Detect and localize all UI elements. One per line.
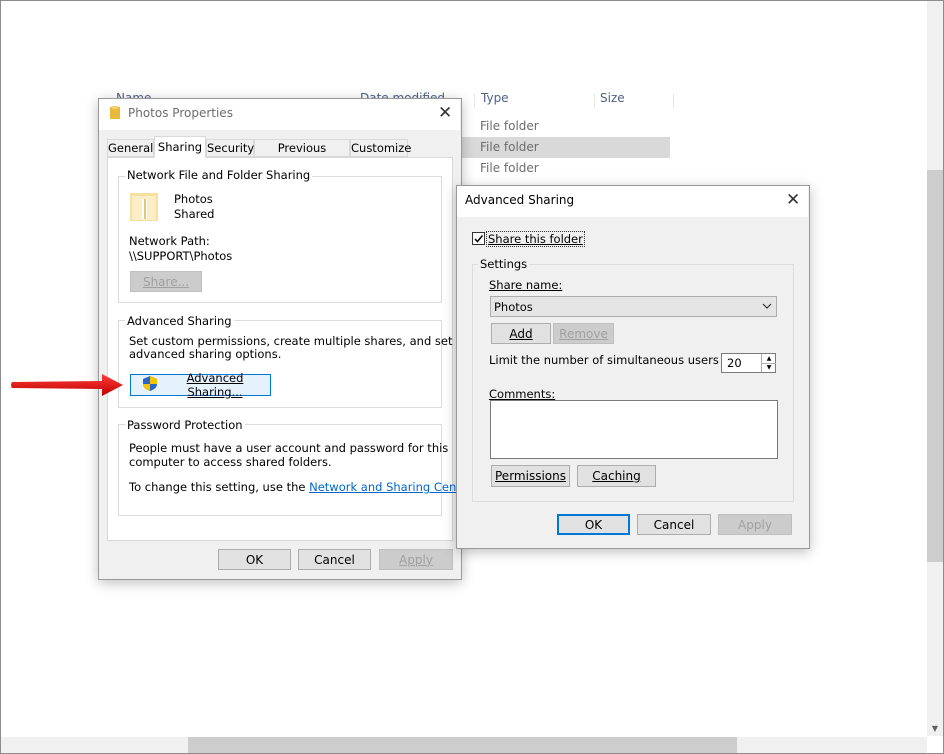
- chevron-down-icon: [762, 299, 772, 316]
- spin-down-icon[interactable]: ▼: [761, 363, 776, 372]
- advanced-sharing-title: Advanced Sharing: [465, 193, 575, 207]
- caching-button[interactable]: Caching: [577, 465, 656, 487]
- properties-ok-button[interactable]: OK: [218, 549, 291, 570]
- share-name-dropdown[interactable]: Photos: [490, 296, 777, 317]
- share-folder-checkbox[interactable]: [472, 232, 485, 245]
- column-type[interactable]: Type: [481, 91, 509, 105]
- close-icon[interactable]: ✕: [786, 191, 800, 209]
- tab-general[interactable]: General: [107, 139, 154, 157]
- share-name-label-text: Share name:: [489, 278, 563, 292]
- horizontal-scroll-thumb[interactable]: [188, 737, 737, 753]
- limit-users-spinner[interactable]: 20 ▲ ▼: [721, 353, 776, 373]
- column-size[interactable]: Size: [600, 91, 625, 105]
- limit-users-value[interactable]: 20: [727, 356, 742, 370]
- advanced-cancel-button[interactable]: Cancel: [637, 514, 711, 535]
- file-row-type[interactable]: File folder: [480, 119, 539, 133]
- properties-apply-label: Apply: [399, 552, 433, 567]
- permissions-button-label: Permissions: [495, 469, 566, 483]
- tab-sharing[interactable]: Sharing: [154, 136, 206, 158]
- password-desc-2: computer to access shared folders.: [129, 455, 332, 469]
- column-separator[interactable]: [594, 94, 595, 108]
- folder-icon: [110, 106, 120, 119]
- caching-button-label: Caching: [592, 469, 641, 483]
- share-folder-label[interactable]: Share this folder: [486, 231, 585, 247]
- advanced-apply-button[interactable]: Apply: [718, 514, 792, 535]
- share-folder-text: Share this folder: [488, 232, 583, 246]
- properties-cancel-button[interactable]: Cancel: [298, 549, 371, 570]
- close-icon[interactable]: ✕: [438, 104, 452, 122]
- tab-previous-versions[interactable]: Previous Versions: [254, 139, 350, 172]
- share-name-label: Share name:: [489, 278, 562, 292]
- tab-security[interactable]: Security: [206, 139, 254, 157]
- advanced-sharing-button-label: Advanced Sharing...: [186, 371, 244, 399]
- network-sharing-center-link[interactable]: Network and Sharing Center: [309, 480, 471, 494]
- folder-status: Shared: [174, 207, 215, 221]
- password-protection-group: [118, 424, 442, 516]
- add-button-label: Add: [509, 326, 533, 341]
- shared-folder-icon: [129, 191, 161, 223]
- password-change-text: To change this setting, use the Network …: [129, 480, 475, 494]
- comments-textarea[interactable]: [490, 400, 778, 459]
- scroll-down-icon[interactable]: ▼: [927, 724, 943, 736]
- share-button[interactable]: Share...: [130, 271, 202, 292]
- red-arrow-icon: [10, 373, 125, 400]
- uac-shield-icon: [143, 376, 157, 394]
- column-separator[interactable]: [673, 94, 674, 108]
- advanced-sharing-desc-1: Set custom permissions, create multiple …: [129, 334, 487, 348]
- folder-name: Photos: [174, 192, 213, 206]
- checkmark-icon: [474, 235, 484, 243]
- add-button[interactable]: Add: [491, 323, 551, 344]
- remove-button-label: Remove: [559, 326, 608, 341]
- permissions-button[interactable]: Permissions: [491, 465, 570, 487]
- remove-button[interactable]: Remove: [553, 323, 614, 344]
- advanced-sharing-button[interactable]: Advanced Sharing...: [130, 371, 271, 399]
- share-button-label: Share...: [142, 274, 190, 289]
- comments-label-text: Comments:: [489, 387, 556, 401]
- limit-users-label: Limit the number of simultaneous users t…: [489, 353, 738, 367]
- advanced-sharing-group-label: Advanced Sharing: [125, 314, 234, 328]
- file-row-type[interactable]: File folder: [480, 161, 539, 175]
- password-change-prefix: To change this setting, use the: [129, 480, 306, 494]
- properties-apply-button[interactable]: Apply: [379, 549, 453, 570]
- password-protection-group-label: Password Protection: [125, 418, 245, 432]
- settings-group-label: Settings: [478, 257, 530, 271]
- password-desc-1: People must have a user account and pass…: [129, 441, 449, 455]
- advanced-ok-button[interactable]: OK: [557, 514, 630, 535]
- share-name-value: Photos: [494, 300, 533, 314]
- advanced-sharing-desc-2: advanced sharing options.: [129, 347, 282, 361]
- properties-title: Photos Properties: [128, 106, 233, 120]
- comments-label: Comments:: [489, 387, 555, 401]
- column-separator[interactable]: [474, 94, 475, 108]
- file-row-type[interactable]: File folder: [480, 140, 539, 154]
- tab-customize[interactable]: Customize: [350, 139, 411, 157]
- network-path-value: \\SUPPORT\Photos: [129, 249, 233, 263]
- network-path-label: Network Path:: [129, 234, 210, 248]
- network-sharing-group-label: Network File and Folder Sharing: [125, 168, 313, 182]
- vertical-scroll-thumb[interactable]: [927, 170, 943, 562]
